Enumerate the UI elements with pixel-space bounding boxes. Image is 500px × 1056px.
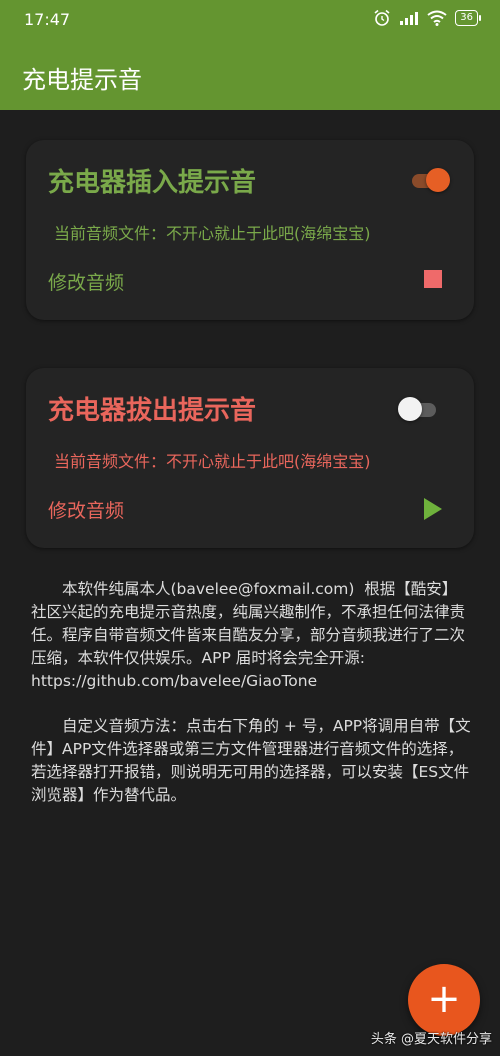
plug-in-current-file: 当前音频文件：不开心就止于此吧(海绵宝宝): [54, 224, 371, 243]
description-paragraph-2: 自定义音频方法：点击右下角的 + 号，APP将调用自带【文件】APP文件选择器或…: [31, 717, 471, 804]
toggle-thumb: [398, 397, 422, 421]
unplug-modify-audio-button[interactable]: 修改音频: [48, 496, 124, 523]
description-paragraph-1: 本软件纯属本人(bavelee@foxmail.com) 根据【酷安】社区兴起的…: [31, 578, 471, 693]
plug-in-title: 充电器插入提示音: [48, 168, 257, 198]
signal-icon: [400, 12, 419, 25]
status-icons: 36: [373, 9, 481, 27]
battery-icon: 36: [455, 10, 481, 26]
plug-in-modify-audio-button[interactable]: 修改音频: [48, 268, 124, 295]
alarm-icon: [374, 9, 390, 26]
github-url: https://github.com/bavelee/GiaoTone: [31, 672, 318, 690]
app-bar: 充电提示音: [0, 40, 500, 110]
toggle-thumb: [426, 168, 450, 192]
add-audio-button[interactable]: +: [408, 964, 480, 1036]
unplug-toggle[interactable]: [398, 397, 444, 421]
unplug-title: 充电器拔出提示音: [48, 396, 257, 426]
watermark: 头条 @夏天软件分享: [370, 1032, 492, 1047]
status-time: 17:47: [24, 10, 71, 29]
unplug-current-file: 当前音频文件：不开心就止于此吧(海绵宝宝): [54, 452, 371, 471]
stop-icon[interactable]: [424, 270, 442, 288]
status-bar: 17:47 36: [0, 0, 500, 40]
description-intro: 本软件纯属本人(bavelee@foxmail.com) 根据【酷安】社区兴起的…: [31, 580, 466, 667]
unplug-sound-card: 充电器拔出提示音 当前音频文件：不开心就止于此吧(海绵宝宝) 修改音频: [26, 368, 474, 548]
app-title: 充电提示音: [22, 66, 142, 94]
plug-in-sound-card: 充电器插入提示音 当前音频文件：不开心就止于此吧(海绵宝宝) 修改音频: [26, 140, 474, 320]
description-text: 本软件纯属本人(bavelee@foxmail.com) 根据【酷安】社区兴起的…: [31, 578, 471, 829]
wifi-icon: [427, 10, 447, 26]
plug-in-toggle[interactable]: [408, 168, 454, 192]
play-icon[interactable]: [424, 498, 442, 520]
